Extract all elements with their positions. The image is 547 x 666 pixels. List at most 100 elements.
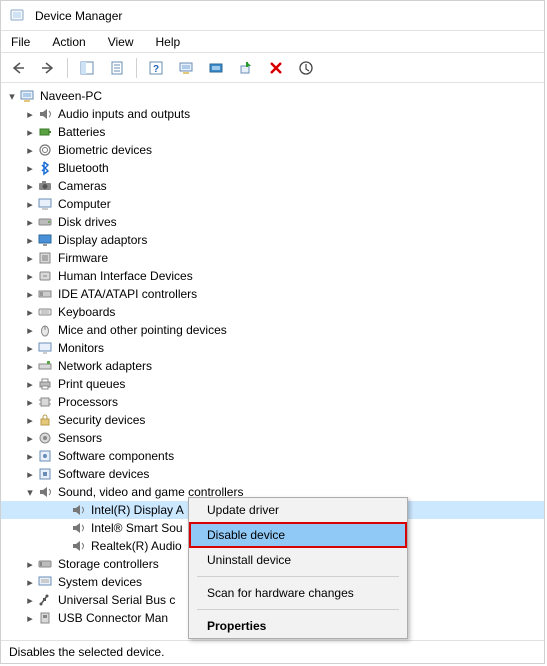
mouse-icon [37, 322, 53, 338]
menu-help[interactable]: Help [152, 33, 185, 51]
tree-item-label: Firmware [57, 251, 108, 265]
expand-icon[interactable]: ▸ [23, 558, 37, 571]
tree-item-label: Cameras [57, 179, 107, 193]
expand-icon[interactable]: ▸ [23, 612, 37, 625]
context-menu-item[interactable]: Uninstall device [189, 548, 407, 572]
expand-icon[interactable]: ▸ [23, 360, 37, 373]
scan-hardware-button[interactable] [175, 57, 197, 79]
tree-category-print[interactable]: ▸Print queues [1, 375, 544, 393]
expand-icon[interactable]: ▸ [23, 144, 37, 157]
expand-icon[interactable]: ▸ [23, 180, 37, 193]
menu-file[interactable]: File [7, 33, 34, 51]
tree-category-audio[interactable]: ▸Audio inputs and outputs [1, 105, 544, 123]
toolbar-separator [67, 58, 68, 78]
expand-icon[interactable]: ▸ [23, 378, 37, 391]
update-driver-button[interactable] [205, 57, 227, 79]
tree-category-display[interactable]: ▸ Display adaptors [1, 231, 544, 249]
context-menu-item[interactable]: Scan for hardware changes [189, 581, 407, 605]
tree-category-softcomp[interactable]: ▸Software components [1, 447, 544, 465]
tree-item-label: Computer [57, 197, 111, 211]
tree-category-biometric[interactable]: ▸Biometric devices [1, 141, 544, 159]
disable-device-button[interactable] [265, 57, 287, 79]
menu-action[interactable]: Action [48, 33, 89, 51]
audio-icon [37, 106, 53, 122]
expand-icon[interactable]: ▸ [23, 252, 37, 265]
tree-category-sensor[interactable]: ▸Sensors [1, 429, 544, 447]
properties-button[interactable] [106, 57, 128, 79]
audio-icon [70, 520, 86, 536]
expand-icon[interactable]: ▸ [23, 594, 37, 607]
tree-category-softdev[interactable]: ▸ Software devices [1, 465, 544, 483]
tree-category-security[interactable]: ▸Security devices [1, 411, 544, 429]
biometric-icon [37, 142, 53, 158]
expand-icon[interactable]: ▸ [23, 108, 37, 121]
sensor-icon [37, 430, 53, 446]
cpu-icon [37, 394, 53, 410]
tree-category-monitor[interactable]: ▸Monitors [1, 339, 544, 357]
tree-item-label: Display adaptors [57, 233, 147, 247]
tree-category-hid[interactable]: ▸Human Interface Devices [1, 267, 544, 285]
tree-category-keyboard[interactable]: ▸ Keyboards [1, 303, 544, 321]
computer-root-icon [19, 88, 35, 104]
context-menu-item[interactable]: Update driver [189, 498, 407, 522]
status-text: Disables the selected device. [9, 645, 164, 659]
system-icon [37, 574, 53, 590]
tree-root[interactable]: ▾Naveen-PC [1, 87, 544, 105]
tree-category-computer[interactable]: ▸ Computer [1, 195, 544, 213]
tree-item-label: Storage controllers [57, 557, 159, 571]
collapse-icon[interactable]: ▾ [5, 90, 19, 103]
expand-icon[interactable]: ▸ [23, 414, 37, 427]
menubar: File Action View Help [1, 31, 544, 53]
tree-category-ide[interactable]: ▸IDE ATA/ATAPI controllers [1, 285, 544, 303]
tree-item-label: USB Connector Man [57, 611, 168, 625]
expand-icon[interactable]: ▸ [23, 342, 37, 355]
context-menu: Update driverDisable deviceUninstall dev… [188, 497, 408, 639]
expand-icon[interactable]: ▸ [23, 450, 37, 463]
show-hide-console-button[interactable] [76, 57, 98, 79]
context-menu-item[interactable]: Properties [189, 614, 407, 638]
network-icon [37, 358, 53, 374]
expand-icon[interactable]: ▸ [23, 468, 37, 481]
expand-icon[interactable]: ▸ [23, 198, 37, 211]
tree-item-label: System devices [57, 575, 142, 589]
back-button[interactable] [7, 57, 29, 79]
tree-item-label: Software devices [57, 467, 149, 481]
collapse-icon[interactable]: ▾ [23, 486, 37, 499]
hid-icon [37, 268, 53, 284]
tree-category-cpu[interactable]: ▸ Processors [1, 393, 544, 411]
tree-category-mouse[interactable]: ▸Mice and other pointing devices [1, 321, 544, 339]
expand-icon[interactable]: ▸ [23, 216, 37, 229]
expand-icon[interactable]: ▸ [23, 306, 37, 319]
help-button[interactable]: ? [145, 57, 167, 79]
tree-item-label: Keyboards [57, 305, 115, 319]
svg-text:?: ? [153, 64, 159, 75]
security-icon [37, 412, 53, 428]
expand-icon[interactable]: ▸ [23, 234, 37, 247]
tree-category-battery[interactable]: ▸ Batteries [1, 123, 544, 141]
expand-icon[interactable]: ▸ [23, 162, 37, 175]
tree-item-label: Disk drives [57, 215, 117, 229]
tree-category-network[interactable]: ▸Network adapters [1, 357, 544, 375]
tree-item-label: Universal Serial Bus c [57, 593, 175, 607]
expand-icon[interactable]: ▸ [23, 432, 37, 445]
uninstall-device-button[interactable] [295, 57, 317, 79]
tree-item-label: Batteries [57, 125, 105, 139]
tree-item-label: Intel(R) Display A [90, 503, 184, 517]
tree-category-bluetooth[interactable]: ▸Bluetooth [1, 159, 544, 177]
tree-category-camera[interactable]: ▸ Cameras [1, 177, 544, 195]
menu-view[interactable]: View [104, 33, 138, 51]
tree-item-label: Realtek(R) Audio [90, 539, 182, 553]
softdev-icon [37, 466, 53, 482]
expand-icon[interactable]: ▸ [23, 270, 37, 283]
expand-icon[interactable]: ▸ [23, 324, 37, 337]
tree-item-label: Processors [57, 395, 118, 409]
expand-icon[interactable]: ▸ [23, 396, 37, 409]
expand-icon[interactable]: ▸ [23, 126, 37, 139]
forward-button[interactable] [37, 57, 59, 79]
tree-category-firmware[interactable]: ▸ Firmware [1, 249, 544, 267]
tree-category-disk[interactable]: ▸ Disk drives [1, 213, 544, 231]
expand-icon[interactable]: ▸ [23, 576, 37, 589]
expand-icon[interactable]: ▸ [23, 288, 37, 301]
context-menu-item[interactable]: Disable device [189, 522, 407, 548]
enable-device-button[interactable] [235, 57, 257, 79]
